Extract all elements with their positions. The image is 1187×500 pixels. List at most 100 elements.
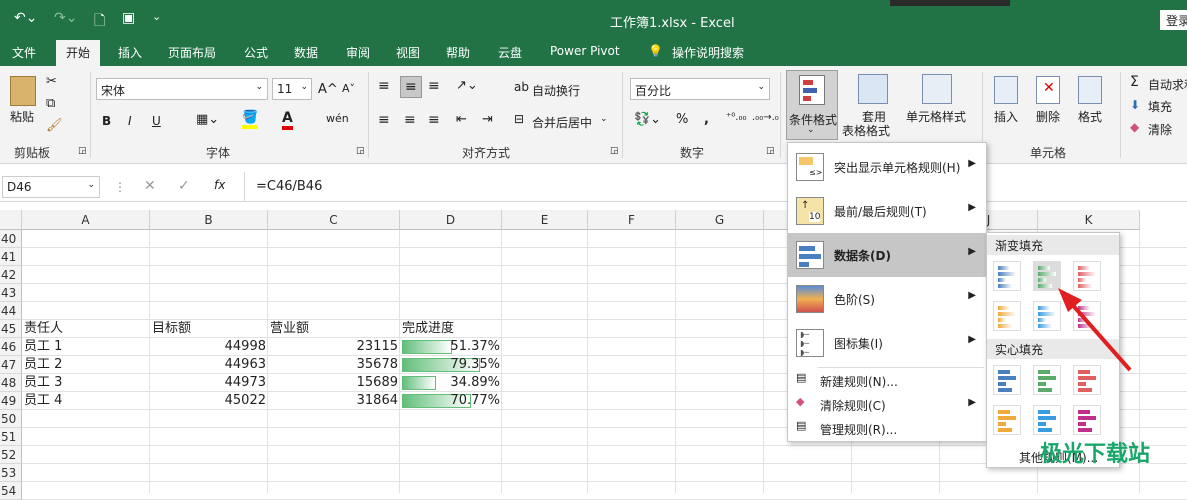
- tab-data[interactable]: 数据: [290, 44, 322, 61]
- fill-color-icon[interactable]: 🪣: [242, 110, 259, 129]
- align-middle-icon[interactable]: ≡: [400, 76, 422, 98]
- column-header-A[interactable]: A: [22, 210, 150, 230]
- row-header-40[interactable]: 40: [0, 230, 22, 248]
- menu-manage-rules[interactable]: ▤ 管理规则(R)...: [788, 417, 986, 439]
- solid-bar-orange[interactable]: [993, 405, 1021, 435]
- table-cell-sales[interactable]: 35678: [268, 356, 400, 374]
- table-cell-name[interactable]: 员工 2: [22, 356, 150, 374]
- column-header-G[interactable]: G: [676, 210, 764, 230]
- column-header-B[interactable]: B: [150, 210, 268, 230]
- align-center-icon[interactable]: ≡: [404, 112, 416, 128]
- dialog-launcher-icon[interactable]: ◲: [78, 146, 87, 156]
- row-header-53[interactable]: 53: [0, 464, 22, 482]
- signin-button[interactable]: 登录: [1160, 10, 1187, 30]
- column-header-F[interactable]: F: [588, 210, 676, 230]
- menu-clear-rules[interactable]: ◆ 清除规则(C) ▶: [788, 393, 986, 415]
- row-header-52[interactable]: 52: [0, 446, 22, 464]
- table-cell-target[interactable]: 45022: [150, 392, 268, 410]
- column-header-D[interactable]: D: [400, 210, 502, 230]
- table-cell-sales[interactable]: 23115: [268, 338, 400, 356]
- gradient-bar-green[interactable]: [1033, 261, 1061, 291]
- customize-qat-icon[interactable]: ⌄: [152, 10, 161, 23]
- row-header-43[interactable]: 43: [0, 284, 22, 302]
- row-header-50[interactable]: 50: [0, 410, 22, 428]
- table-cell-target[interactable]: 44963: [150, 356, 268, 374]
- tab-formulas[interactable]: 公式: [240, 44, 272, 61]
- tab-help[interactable]: 帮助: [442, 44, 474, 61]
- cell-styles-button[interactable]: 单元格样式: [906, 108, 966, 125]
- cut-icon[interactable]: ✂: [46, 74, 57, 89]
- table-cell-sales[interactable]: 31864: [268, 392, 400, 410]
- number-format-select[interactable]: 百分比 ⌄: [630, 78, 770, 100]
- menu-highlight-rules[interactable]: ≤> 突出显示单元格规则(H) ▶: [788, 145, 986, 189]
- menu-new-rule[interactable]: ▤ 新建规则(N)...: [788, 369, 986, 391]
- header-cell[interactable]: 责任人: [22, 320, 150, 338]
- row-header-49[interactable]: 49: [0, 392, 22, 410]
- format-painter-icon[interactable]: 🖌: [46, 118, 63, 133]
- name-box[interactable]: D46 ⌄: [2, 176, 100, 198]
- tab-cloud[interactable]: 云盘: [494, 44, 526, 61]
- gradient-bar-lightblue[interactable]: [1033, 301, 1061, 331]
- save-icon[interactable]: ▣: [122, 10, 135, 26]
- enter-icon[interactable]: ✓: [178, 178, 190, 194]
- wrap-text-button[interactable]: 自动换行: [532, 82, 580, 99]
- tab-home[interactable]: 开始: [56, 40, 101, 66]
- solid-bar-green[interactable]: [1033, 365, 1061, 395]
- gradient-bar-purple[interactable]: [1073, 301, 1101, 331]
- table-cell-target[interactable]: 44998: [150, 338, 268, 356]
- row-header-44[interactable]: 44: [0, 302, 22, 320]
- conditional-format-button[interactable]: 条件格式 ⌄: [786, 70, 838, 140]
- orientation-icon[interactable]: ↗⌄: [456, 78, 478, 93]
- column-header-K[interactable]: K: [1038, 210, 1140, 230]
- gradient-bar-orange[interactable]: [993, 301, 1021, 331]
- row-header-45[interactable]: 45: [0, 320, 22, 338]
- header-cell[interactable]: 营业额: [268, 320, 400, 338]
- row-header-54[interactable]: 54: [0, 482, 22, 500]
- row-header-46[interactable]: 46: [0, 338, 22, 356]
- shrink-font-button[interactable]: A˅: [342, 82, 355, 95]
- chevron-down-icon[interactable]: ⌄: [600, 114, 608, 124]
- align-bottom-icon[interactable]: ≡: [428, 78, 440, 94]
- table-cell-name[interactable]: 员工 1: [22, 338, 150, 356]
- cancel-icon[interactable]: ✕: [144, 178, 156, 194]
- comma-button[interactable]: ,: [704, 112, 709, 127]
- header-cell[interactable]: 目标额: [150, 320, 268, 338]
- align-top-icon[interactable]: ≡: [378, 78, 390, 94]
- table-cell-sales[interactable]: 15689: [268, 374, 400, 392]
- table-cell-progress[interactable]: 79.35%: [400, 356, 502, 374]
- menu-color-scales[interactable]: 色阶(S) ▶: [788, 277, 986, 321]
- row-header-51[interactable]: 51: [0, 428, 22, 446]
- column-header-C[interactable]: C: [268, 210, 400, 230]
- column-header-E[interactable]: E: [502, 210, 588, 230]
- row-header-47[interactable]: 47: [0, 356, 22, 374]
- insert-cells-button[interactable]: 插入: [994, 108, 1018, 125]
- gradient-bar-red[interactable]: [1073, 261, 1101, 291]
- row-header-48[interactable]: 48: [0, 374, 22, 392]
- font-name-select[interactable]: 宋体 ⌄: [96, 78, 268, 100]
- accounting-icon[interactable]: 💱⌄: [634, 112, 661, 127]
- undo-icon[interactable]: ↶⌄: [14, 10, 37, 26]
- italic-button[interactable]: I: [128, 114, 132, 128]
- insert-function-button[interactable]: fx: [214, 178, 225, 192]
- merge-center-button[interactable]: 合并后居中: [532, 114, 592, 131]
- tab-view[interactable]: 视图: [392, 44, 424, 61]
- table-cell-name[interactable]: 员工 4: [22, 392, 150, 410]
- autosum-icon[interactable]: Σ: [1130, 74, 1139, 90]
- menu-data-bars[interactable]: 数据条(D) ▶: [788, 233, 986, 277]
- font-dialog-launcher-icon[interactable]: ◲: [356, 146, 365, 156]
- menu-icon-sets[interactable]: ◗─ ◗─ ◗─ 图标集(I) ▶: [788, 321, 986, 365]
- delete-cells-button[interactable]: 删除: [1036, 108, 1060, 125]
- autosum-button[interactable]: 自动求和: [1148, 76, 1187, 93]
- decrease-indent-icon[interactable]: ⇤: [456, 112, 467, 127]
- eraser-icon[interactable]: ◆: [1130, 120, 1139, 134]
- increase-decimal-icon[interactable]: ⁺⁰.₀₀: [726, 112, 746, 123]
- wrap-text-icon[interactable]: ab: [514, 80, 529, 94]
- row-header-42[interactable]: 42: [0, 266, 22, 284]
- solid-bar-purple[interactable]: [1073, 405, 1101, 435]
- align-left-icon[interactable]: ≡: [378, 112, 390, 128]
- print-preview-icon[interactable]: 🗋: [94, 10, 105, 34]
- gradient-bar-blue[interactable]: [993, 261, 1021, 291]
- underline-button[interactable]: U: [152, 114, 161, 128]
- tell-me-search[interactable]: 操作说明搜索: [668, 44, 748, 61]
- paste-icon[interactable]: [10, 76, 36, 106]
